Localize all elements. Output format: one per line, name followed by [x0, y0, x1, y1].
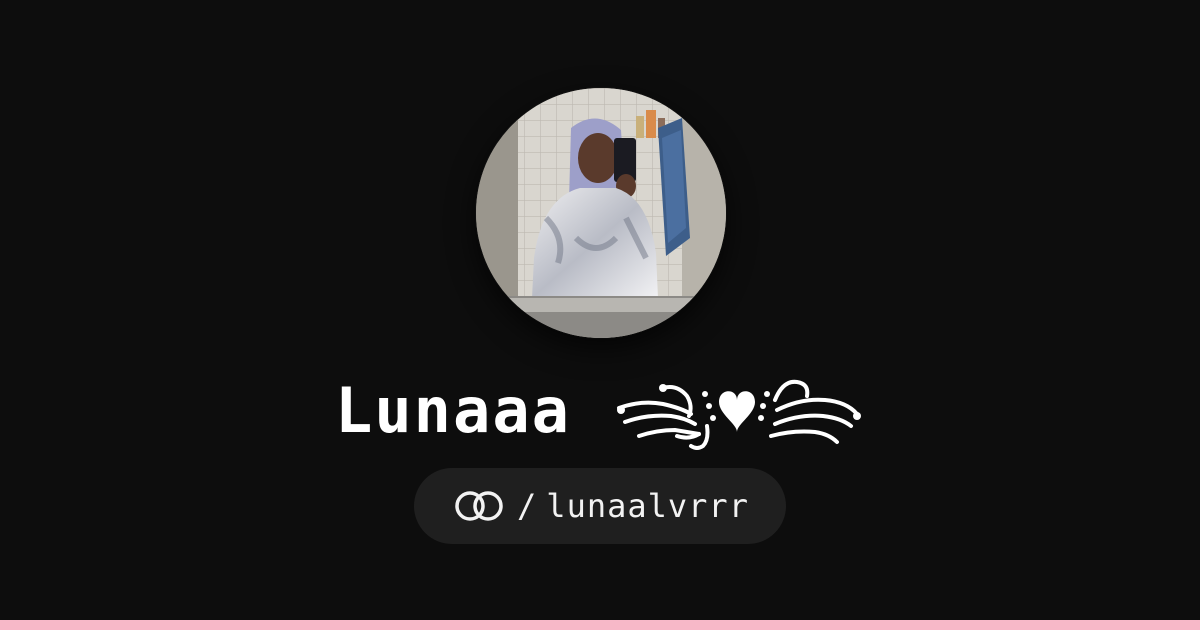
avatar-photo: [476, 88, 726, 338]
avatar: [476, 88, 726, 338]
username-text: lunaalvrrr: [546, 487, 749, 525]
display-name-text: Lunaaa: [335, 373, 571, 447]
profile-handle-button[interactable]: / lunaalvrrr: [414, 468, 786, 544]
swirl-heart-ornament-icon: [611, 370, 865, 452]
display-name: Lunaaa: [0, 364, 1200, 454]
profile-share-card: Lunaaa / lunaalvrrr: [0, 0, 1200, 630]
handle-separator: /: [517, 487, 537, 525]
bottom-accent-bar: [0, 620, 1200, 630]
linked-rings-icon: [451, 488, 507, 524]
